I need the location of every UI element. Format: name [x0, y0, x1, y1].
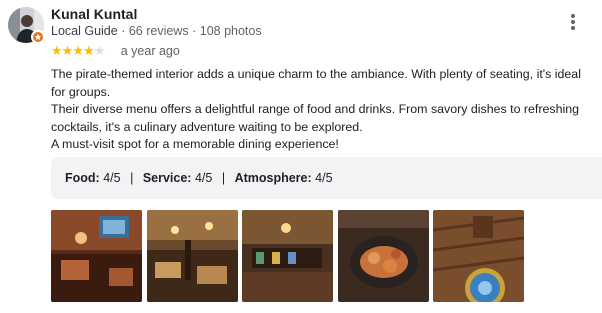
- more-options-button[interactable]: [563, 11, 583, 33]
- review-photo-5[interactable]: [433, 210, 524, 302]
- review-photo-2[interactable]: [147, 210, 238, 302]
- review-card: Kunal Kuntal Local Guide · 66 reviews · …: [0, 0, 602, 313]
- author-name[interactable]: Kunal Kuntal: [51, 6, 137, 23]
- atmosphere-rating-label: Atmosphere:: [234, 171, 312, 185]
- atmosphere-rating-value: 4/5: [315, 171, 333, 185]
- review-photo-4[interactable]: [338, 210, 429, 302]
- photo-count: 108 photos: [199, 24, 262, 38]
- star-empty-icon: ★: [93, 42, 106, 58]
- star-filled-icon: ★: [82, 42, 95, 58]
- bar-counter-photo: [242, 210, 333, 302]
- pirate-bar-interior-photo: [51, 210, 142, 302]
- star-filled-icon: ★: [51, 42, 63, 58]
- more-vert-icon: [571, 14, 575, 18]
- review-photo-1[interactable]: [51, 210, 142, 302]
- service-rating-value: 4/5: [194, 171, 213, 185]
- review-paragraph: Their diverse menu offers a delightful r…: [51, 102, 580, 134]
- sub-ratings-panel: Food: 4/5 | Service: 4/5 | Atmosphere: 4…: [51, 157, 602, 199]
- meta-dot: ·: [121, 24, 126, 38]
- local-guide-badge-icon: [31, 30, 45, 44]
- porthole-decor-photo: [433, 210, 524, 302]
- star-filled-icon: ★: [61, 42, 74, 58]
- meta-dot: ·: [192, 24, 197, 38]
- food-rating-value: 4/5: [103, 171, 121, 185]
- review-photo-3[interactable]: [242, 210, 333, 302]
- rating-separator: |: [130, 171, 134, 185]
- more-vert-icon: [571, 20, 575, 24]
- star-rating: ★★★★★: [51, 42, 106, 59]
- rating-separator: |: [221, 171, 226, 185]
- more-vert-icon: [571, 26, 575, 30]
- review-paragraph: The pirate-themed interior adds a unique…: [51, 67, 581, 99]
- food-plate-photo: [338, 210, 429, 302]
- author-meta[interactable]: Local Guide · 66 reviews · 108 photos: [51, 23, 262, 39]
- sub-ratings: Food: 4/5 | Service: 4/5 | Atmosphere: 4…: [65, 170, 333, 186]
- service-rating-label: Service:: [142, 171, 192, 185]
- star-filled-icon: ★: [72, 42, 84, 58]
- review-paragraph: A must-visit spot for a memorable dining…: [51, 137, 339, 151]
- dining-hall-photo: [147, 210, 238, 302]
- local-guide-label: Local Guide: [51, 24, 118, 38]
- rating-row: ★★★★★ a year ago: [51, 42, 180, 58]
- review-time: a year ago: [120, 43, 180, 58]
- food-rating-label: Food:: [65, 171, 100, 185]
- review-text: The pirate-themed interior adds a unique…: [51, 66, 591, 154]
- review-count: 66 reviews: [128, 24, 189, 38]
